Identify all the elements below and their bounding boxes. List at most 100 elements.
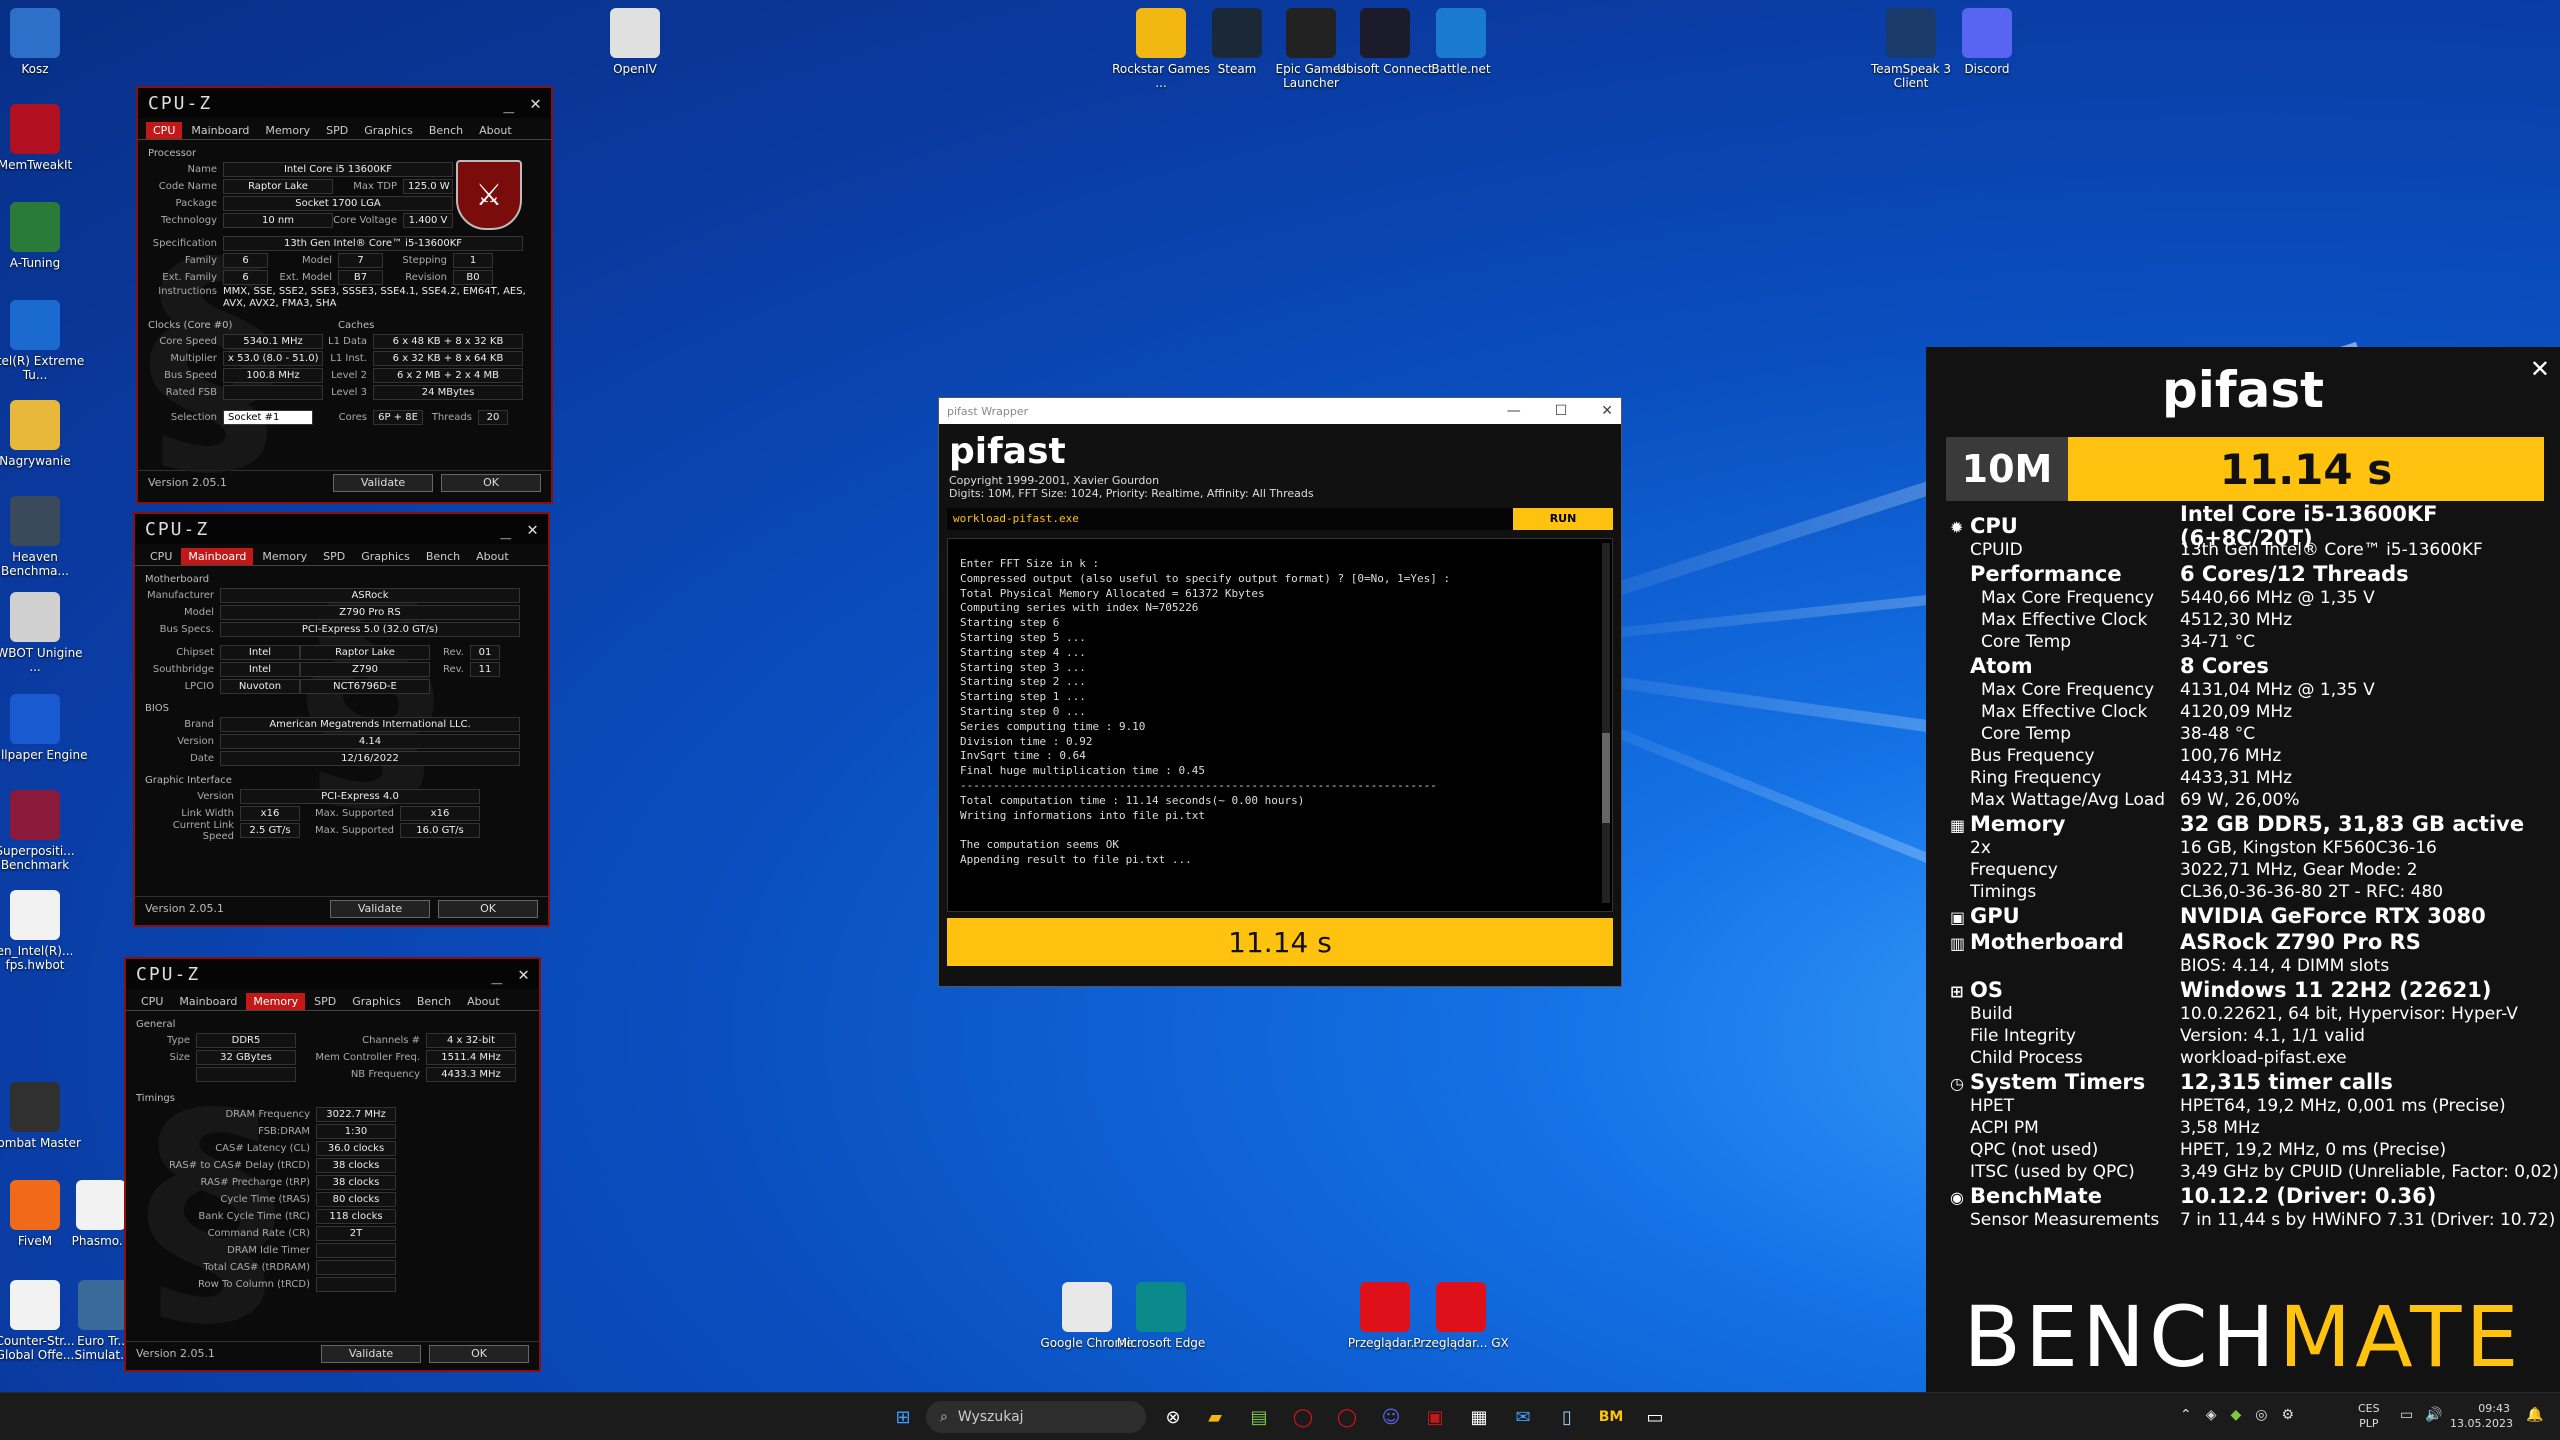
tab-about[interactable]: About xyxy=(472,122,519,139)
opera-icon[interactable]: ◯ xyxy=(1288,1403,1318,1431)
desktop-icon[interactable]: en_Intel(R)... fps.hwbot xyxy=(0,890,90,972)
xbox-icon[interactable]: ⊗ xyxy=(1158,1403,1188,1431)
tab-about[interactable]: About xyxy=(469,548,516,565)
tab-bench[interactable]: Bench xyxy=(419,548,467,565)
volume-icon[interactable]: 🔊 xyxy=(2425,1407,2442,1423)
desktop-icon[interactable]: Heaven Benchma... xyxy=(0,496,90,578)
tab-graphics[interactable]: Graphics xyxy=(354,548,417,565)
console-line: Division time : 0.92 xyxy=(960,734,1093,748)
file-explorer-icon[interactable]: ▰ xyxy=(1200,1403,1230,1431)
notes-icon[interactable]: ▯ xyxy=(1552,1403,1582,1431)
field-value: 1.400 V xyxy=(403,213,453,228)
instructions-value: MMX, SSE, SSE2, SSE3, SSSE3, SSE4.1, SSE… xyxy=(223,286,526,309)
discord-icon[interactable]: ☺ xyxy=(1376,1403,1406,1431)
tab-about[interactable]: About xyxy=(460,993,507,1010)
tab-spd[interactable]: SPD xyxy=(307,993,343,1010)
desktop-icon[interactable]: OpenIV xyxy=(580,8,690,76)
language-indicator[interactable]: CES PLP xyxy=(2358,1401,2380,1431)
settings-tray-icon[interactable]: ⚙ xyxy=(2282,1407,2295,1423)
desktop-icon[interactable]: Kosz xyxy=(0,8,90,76)
info-key-text: BenchMate xyxy=(1970,1184,2102,1208)
calculator-icon[interactable]: ▦ xyxy=(1464,1403,1494,1431)
notepad-icon[interactable]: ▤ xyxy=(1244,1403,1274,1431)
tab-mainboard[interactable]: Mainboard xyxy=(184,122,256,139)
general-section-label: General xyxy=(136,1019,176,1030)
desktop-icon[interactable]: Discord xyxy=(1932,8,2042,76)
tab-memory[interactable]: Memory xyxy=(246,993,306,1010)
tab-cpu[interactable]: CPU xyxy=(143,548,179,565)
field-label: Link Width xyxy=(181,808,234,819)
info-value: NVIDIA GeForce RTX 3080 xyxy=(2180,904,2486,928)
minimize-button[interactable]: _ xyxy=(491,964,502,985)
tab-graphics[interactable]: Graphics xyxy=(357,122,420,139)
socket-select[interactable]: Socket #1 xyxy=(223,410,313,425)
tab-spd[interactable]: SPD xyxy=(319,122,355,139)
close-button[interactable]: ✕ xyxy=(1601,403,1613,419)
clock[interactable]: 09:43 13.05.2023 xyxy=(2450,1401,2513,1431)
info-value: workload-pifast.exe xyxy=(2180,1048,2347,1068)
validate-button[interactable]: Validate xyxy=(333,473,433,492)
scrollbar[interactable] xyxy=(1602,543,1610,903)
desktop-icon[interactable]: Intel(R) Extreme Tu... xyxy=(0,300,90,382)
run-button[interactable]: RUN xyxy=(1513,508,1613,530)
tab-cpu[interactable]: CPU xyxy=(146,122,183,139)
desktop-icon[interactable]: Superpositi... Benchmark xyxy=(0,790,90,872)
close-button[interactable]: ✕ xyxy=(527,519,538,540)
minimize-button[interactable]: _ xyxy=(500,519,511,540)
field-label: Ext. Model xyxy=(279,272,332,283)
desktop-icon[interactable]: MemTweakIt xyxy=(0,104,90,172)
notification-bell-icon[interactable]: 🔔 xyxy=(2526,1407,2543,1423)
start-button[interactable]: ⊞ xyxy=(888,1403,918,1431)
info-row: Core Temp 34-71 °C xyxy=(1950,631,2560,653)
search-box[interactable]: ⌕ Wyszukaj xyxy=(926,1401,1146,1433)
validate-button[interactable]: Validate xyxy=(321,1344,421,1363)
desktop-icon[interactable]: HWBOT Unigine ... xyxy=(0,592,90,674)
desktop-icon[interactable]: Nagrywanie xyxy=(0,400,90,468)
info-row: Atom 8 Cores xyxy=(1950,653,2560,679)
info-key: Max Effective Clock xyxy=(1950,610,2180,630)
ok-button[interactable]: OK xyxy=(441,473,541,492)
tab-mainboard[interactable]: Mainboard xyxy=(172,993,244,1010)
steam-tray-icon[interactable]: ◎ xyxy=(2255,1407,2267,1423)
benchmate-icon[interactable]: BM xyxy=(1596,1403,1626,1431)
close-button[interactable]: ✕ xyxy=(518,964,529,985)
field-label: RAS# Precharge (tRP) xyxy=(200,1177,310,1188)
field-row: Row To Column (tRCD) xyxy=(136,1276,529,1293)
terminal-icon[interactable]: ▭ xyxy=(1640,1403,1670,1431)
ok-button[interactable]: OK xyxy=(438,899,538,918)
desktop-icon[interactable]: Combat Master xyxy=(0,1082,90,1150)
desktop-icon[interactable]: A-Tuning xyxy=(0,202,90,270)
tab-cpu[interactable]: CPU xyxy=(134,993,170,1010)
mail-icon[interactable]: ✉ xyxy=(1508,1403,1538,1431)
tab-spd[interactable]: SPD xyxy=(316,548,352,565)
monitor-icon[interactable]: ▭ xyxy=(2400,1407,2413,1423)
minimize-button[interactable]: _ xyxy=(503,93,514,114)
superposition-icon xyxy=(10,790,60,840)
network-tray-icon[interactable]: ◈ xyxy=(2206,1407,2217,1423)
tab-graphics[interactable]: Graphics xyxy=(345,993,408,1010)
ok-button[interactable]: OK xyxy=(429,1344,529,1363)
close-icon[interactable]: ✕ xyxy=(2530,355,2550,383)
tab-mainboard[interactable]: Mainboard xyxy=(181,548,254,565)
tab-bench[interactable]: Bench xyxy=(410,993,458,1010)
desktop-icon[interactable]: Wallpaper Engine xyxy=(0,694,90,762)
desktop-icon[interactable]: Przeglądar... GX xyxy=(1406,1282,1516,1350)
info-value: 10.0.22621, 64 bit, Hypervisor: Hyper-V xyxy=(2180,1004,2518,1024)
tab-memory[interactable]: Memory xyxy=(258,122,317,139)
tab-memory[interactable]: Memory xyxy=(255,548,314,565)
close-button[interactable]: ✕ xyxy=(530,93,541,114)
discord-icon xyxy=(1962,8,2012,58)
console-line: Starting step 4 ... xyxy=(960,645,1086,659)
info-row: Max Core Frequency 4131,04 MHz @ 1,35 V xyxy=(1950,679,2560,701)
opera-gx-icon[interactable]: ◯ xyxy=(1332,1403,1362,1431)
nvidia-tray-icon[interactable]: ◆ xyxy=(2231,1407,2242,1423)
tab-bench[interactable]: Bench xyxy=(422,122,470,139)
desktop-icon[interactable]: Microsoft Edge xyxy=(1106,1282,1216,1350)
maximize-button[interactable]: ☐ xyxy=(1555,403,1568,419)
chevron-up-icon[interactable]: ⌃ xyxy=(2180,1407,2192,1423)
validate-button[interactable]: Validate xyxy=(330,899,430,918)
desktop-icon[interactable]: Battle.net xyxy=(1406,8,1516,76)
minimize-button[interactable]: — xyxy=(1507,403,1521,419)
info-key: ◉ BenchMate xyxy=(1950,1184,2180,1208)
cpuz-icon[interactable]: ▣ xyxy=(1420,1403,1450,1431)
